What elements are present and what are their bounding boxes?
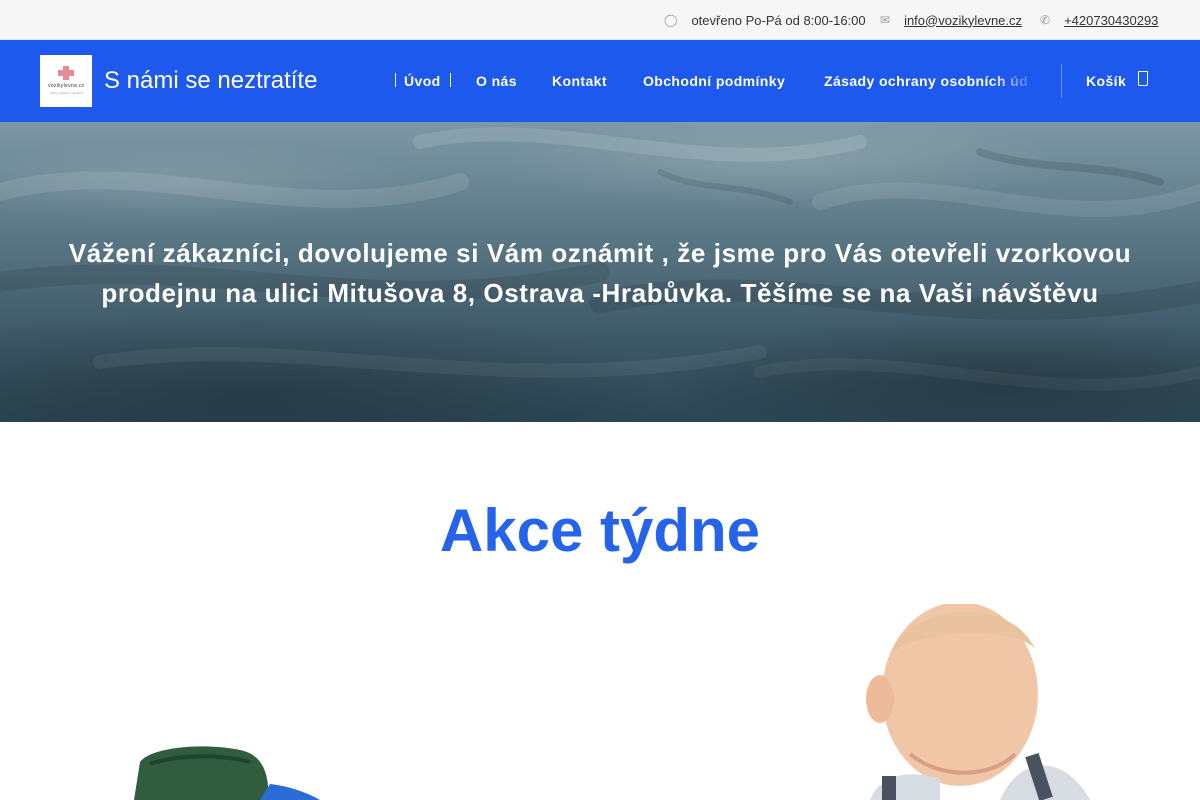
phone-icon: ✆ xyxy=(1040,13,1051,27)
logo-text: vozikylevne.cz xyxy=(47,83,85,89)
bag-icon[interactable] xyxy=(1138,71,1148,86)
nav-separator xyxy=(450,73,451,87)
hero-banner: Vážení zákazníci, dovolujeme si Vám ozná… xyxy=(0,122,1200,422)
clock-icon: ◯ xyxy=(664,13,678,27)
site-header: vozikylevne.cz vozíky dalších výrobců S … xyxy=(0,40,1200,122)
product-image-wheelchair[interactable] xyxy=(120,740,340,800)
cart-link[interactable]: Košík xyxy=(1086,40,1126,122)
medical-cross-icon xyxy=(58,66,74,80)
nav-separator xyxy=(395,73,396,87)
email-contact: ✉ info@vozikylevne.cz xyxy=(880,0,1022,40)
nav-overflow-fade xyxy=(990,40,1045,122)
hero-announcement: Vážení zákazníci, dovolujeme si Vám ozná… xyxy=(68,238,1132,308)
nav-item-o-nas[interactable]: O nás xyxy=(476,40,517,122)
phone-link[interactable]: +420730430293 xyxy=(1064,13,1158,28)
top-info-bar: ◯ otevřeno Po-Pá od 8:00-16:00 ✉ info@vo… xyxy=(0,0,1200,40)
site-logo[interactable]: vozikylevne.cz vozíky dalších výrobců xyxy=(40,55,92,107)
section-title-akce-tydne: Akce týdne xyxy=(439,497,761,564)
nav-divider xyxy=(1061,64,1062,98)
nav-item-kontakt[interactable]: Kontakt xyxy=(552,40,607,122)
product-image-baby[interactable] xyxy=(850,604,1100,800)
envelope-icon: ✉ xyxy=(880,13,891,27)
nav-item-uvod[interactable]: Úvod xyxy=(404,40,441,122)
email-link[interactable]: info@vozikylevne.cz xyxy=(904,13,1022,28)
nav-item-obchodni-podminky[interactable]: Obchodní podmínky xyxy=(643,40,785,122)
site-title[interactable]: S námi se neztratíte xyxy=(104,67,317,95)
phone-contact: ✆ +420730430293 xyxy=(1040,0,1158,40)
opening-hours: ◯ otevřeno Po-Pá od 8:00-16:00 xyxy=(664,0,866,40)
logo-subtext: vozíky dalších výrobců xyxy=(49,91,83,95)
opening-hours-text: otevřeno Po-Pá od 8:00-16:00 xyxy=(691,12,866,28)
